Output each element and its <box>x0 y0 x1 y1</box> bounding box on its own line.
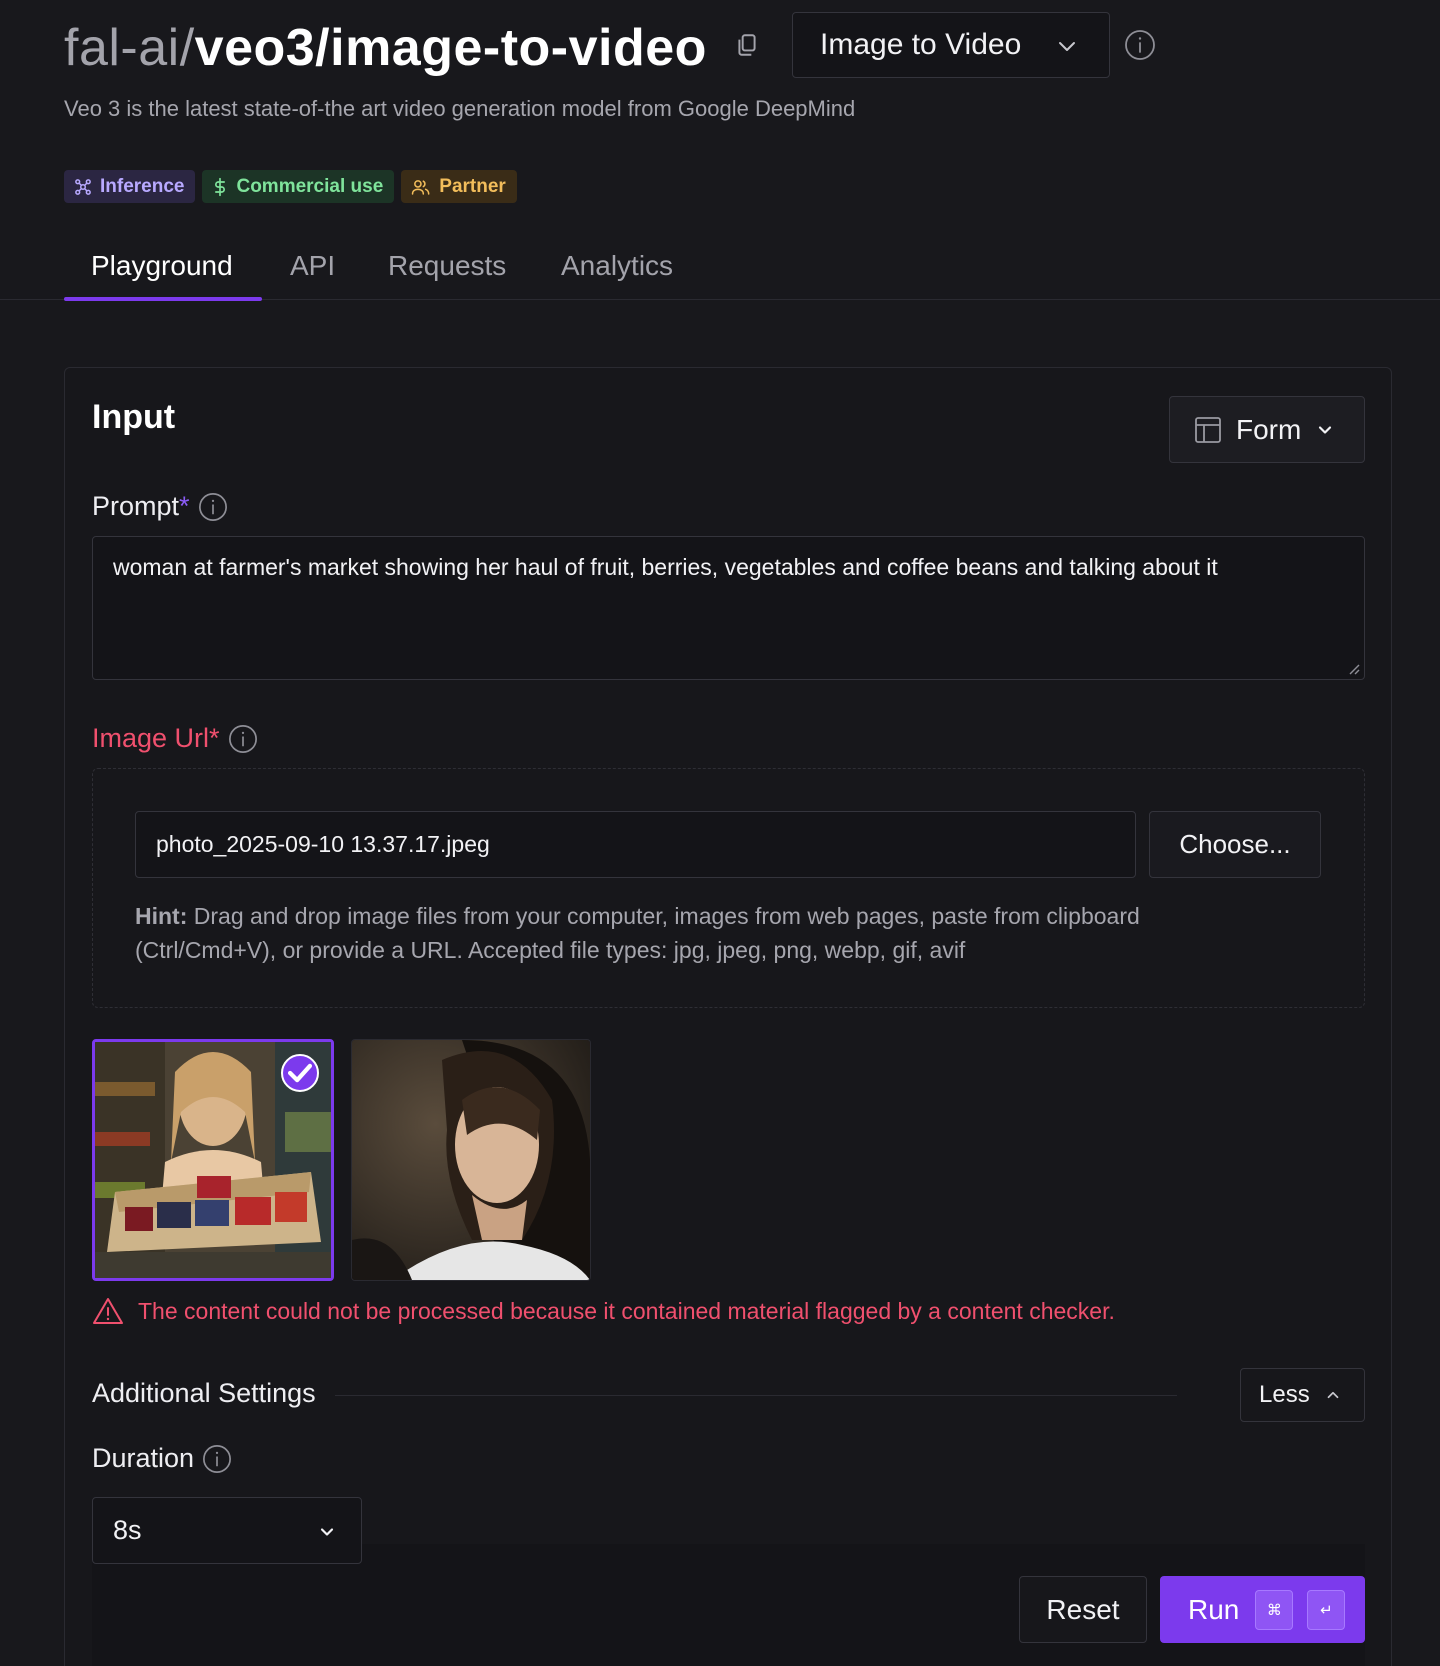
tab-analytics[interactable]: Analytics <box>561 250 673 282</box>
hint-prefix: Hint: <box>135 903 188 929</box>
required-mark: * <box>179 491 190 521</box>
command-key-icon: ⌘ <box>1255 1589 1294 1630</box>
choose-file-button[interactable]: Choose... <box>1149 811 1321 878</box>
tab-playground[interactable]: Playground <box>91 250 233 282</box>
run-label: Run <box>1188 1593 1240 1625</box>
view-mode-select[interactable]: Form <box>1169 396 1365 463</box>
duration-label: Duration <box>92 1443 232 1474</box>
duration-label-text: Duration <box>92 1443 195 1473</box>
active-tab-indicator <box>64 297 262 301</box>
model-description: Veo 3 is the latest state-of-the art vid… <box>64 96 856 121</box>
badge-inference: Inference <box>64 170 196 203</box>
warning-icon <box>92 1296 124 1326</box>
dollar-icon <box>212 177 228 197</box>
content-error: The content could not be processed becau… <box>92 1296 1115 1326</box>
info-icon[interactable] <box>202 1444 232 1474</box>
error-message: The content could not be processed becau… <box>138 1297 1115 1324</box>
tab-api[interactable]: API <box>290 250 335 282</box>
chevron-down-icon <box>1055 35 1079 59</box>
endpoint-mode-select[interactable]: Image to Video <box>792 12 1110 78</box>
input-card: Input Form Prompt* woman at farmer's mar… <box>64 367 1392 1666</box>
image-url-label: Image Url* <box>92 723 258 754</box>
image-url-label-text: Image Url <box>92 723 210 753</box>
prompt-label: Prompt* <box>92 491 228 522</box>
badge-list: Inference Commercial use Partner <box>64 170 517 203</box>
prompt-input[interactable]: woman at farmer's market showing her hau… <box>92 536 1365 680</box>
image-url-input[interactable] <box>135 811 1136 878</box>
section-divider <box>335 1395 1177 1396</box>
hint-text: Drag and drop image files from your comp… <box>135 903 1140 963</box>
toggle-settings-label: Less <box>1259 1381 1310 1408</box>
users-icon <box>411 178 431 196</box>
required-mark: * <box>209 723 220 753</box>
badge-commercial-use: Commercial use <box>202 170 395 203</box>
page-title: fal-ai/veo3/image-to-video <box>64 22 707 74</box>
resize-handle-icon[interactable] <box>1348 663 1360 675</box>
toggle-settings-button[interactable]: Less <box>1240 1368 1365 1422</box>
image-drop-zone[interactable]: Choose... Hint: Drag and drop image file… <box>92 768 1365 1008</box>
info-icon[interactable] <box>1124 29 1156 61</box>
enter-key-icon: ↵ <box>1307 1589 1346 1630</box>
info-icon[interactable] <box>198 492 228 522</box>
image-url-hint: Hint: Drag and drop image files from you… <box>135 899 1275 967</box>
additional-settings-label: Additional Settings <box>92 1378 316 1408</box>
example-image-farmers-market[interactable] <box>92 1039 334 1281</box>
model-namespace: fal-ai/ <box>64 19 195 77</box>
chevron-down-icon <box>1315 420 1335 440</box>
selected-check-icon <box>281 1054 319 1092</box>
reset-button[interactable]: Reset <box>1019 1576 1147 1643</box>
run-button[interactable]: Run ⌘ ↵ <box>1160 1576 1365 1643</box>
chevron-up-icon <box>1324 1386 1342 1404</box>
badge-label: Commercial use <box>236 175 384 197</box>
page-header: fal-ai/veo3/image-to-video Image to Vide… <box>64 12 1440 82</box>
tab-bar: Playground API Requests Analytics <box>64 230 1440 300</box>
badge-partner: Partner <box>401 170 517 203</box>
model-slug: veo3/image-to-video <box>194 19 707 77</box>
copy-icon[interactable] <box>734 32 760 58</box>
endpoint-mode-label: Image to Video <box>820 28 1022 61</box>
tab-requests[interactable]: Requests <box>388 250 506 282</box>
duration-select[interactable]: 8s <box>92 1497 362 1564</box>
prompt-label-text: Prompt <box>92 491 180 521</box>
view-mode-label: Form <box>1236 413 1302 445</box>
info-icon[interactable] <box>228 724 258 754</box>
network-icon <box>74 178 92 196</box>
example-image-portrait[interactable] <box>351 1039 591 1281</box>
chevron-down-icon <box>317 1522 337 1542</box>
duration-value: 8s <box>113 1515 142 1545</box>
badge-label: Partner <box>439 175 506 197</box>
portrait-photo <box>352 1040 590 1280</box>
badge-label: Inference <box>100 175 185 197</box>
layout-icon <box>1194 416 1222 444</box>
input-title: Input <box>92 398 176 436</box>
